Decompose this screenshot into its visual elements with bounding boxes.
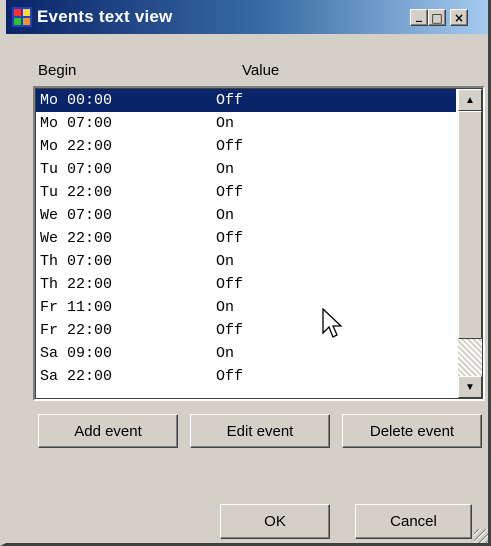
list-item[interactable]: Sa 09:00 On xyxy=(36,342,456,365)
column-header-value: Value xyxy=(242,62,280,79)
event-begin: Th 07:00 xyxy=(40,253,113,270)
scroll-down-icon: ▼ xyxy=(465,381,475,393)
column-header-begin: Begin xyxy=(38,62,77,79)
event-value: Off xyxy=(216,92,244,109)
resize-grip[interactable] xyxy=(474,529,488,543)
event-begin: Mo 22:00 xyxy=(40,138,113,155)
event-value: On xyxy=(216,115,235,132)
event-value: On xyxy=(216,253,235,270)
app-icon xyxy=(12,7,32,27)
list-item[interactable]: Tu 07:00 On xyxy=(36,158,456,181)
list-item[interactable]: Th 07:00 On xyxy=(36,250,456,273)
event-value: On xyxy=(216,345,235,362)
window-title: Events text view xyxy=(37,7,173,26)
scroll-down-button[interactable]: ▼ xyxy=(458,376,482,398)
scroll-up-button[interactable]: ▲ xyxy=(458,89,482,111)
event-begin: Tu 07:00 xyxy=(40,161,113,178)
event-begin: Fr 22:00 xyxy=(40,322,113,339)
events-list: Mo 00:00 Off Mo 07:00 On Mo 22:00 Off Tu 07:00… xyxy=(36,89,456,388)
event-value: On xyxy=(216,161,235,178)
event-value: Off xyxy=(216,322,244,339)
cancel-button[interactable]: Cancel xyxy=(355,504,472,539)
list-item[interactable]: Tu 22:00 Off xyxy=(36,181,456,204)
events-listbox[interactable]: Mo 00:00 Off Mo 07:00 On Mo 22:00 Off Tu 07:00… xyxy=(33,86,485,401)
list-item[interactable]: Fr 22:00 Off xyxy=(36,319,456,342)
list-item[interactable]: Sa 22:00 Off xyxy=(36,365,456,388)
scroll-up-icon: ▲ xyxy=(465,94,475,106)
list-item[interactable]: We 22:00 Off xyxy=(36,227,456,250)
event-begin: Mo 07:00 xyxy=(40,115,113,132)
list-item[interactable]: Fr 11:00 On xyxy=(36,296,456,319)
list-item[interactable]: We 07:00 On xyxy=(36,204,456,227)
list-item[interactable]: Mo 07:00 On xyxy=(36,112,456,135)
event-value: On xyxy=(216,207,235,224)
event-begin: Sa 09:00 xyxy=(40,345,113,362)
event-value: Off xyxy=(216,276,244,293)
event-value: Off xyxy=(216,138,244,155)
event-begin: Th 22:00 xyxy=(40,276,113,293)
event-value: Off xyxy=(216,368,244,385)
list-item[interactable]: Th 22:00 Off xyxy=(36,273,456,296)
event-begin: We 07:00 xyxy=(40,207,113,224)
ok-button[interactable]: OK xyxy=(220,504,330,539)
event-value: Off xyxy=(216,184,244,201)
title-bar[interactable]: Events text view _ □ × xyxy=(6,0,488,34)
event-begin: Sa 22:00 xyxy=(40,368,113,385)
event-value: On xyxy=(216,299,235,316)
scroll-track[interactable] xyxy=(458,339,482,376)
event-begin: Fr 11:00 xyxy=(40,299,113,316)
list-item[interactable]: Mo 22:00 Off xyxy=(36,135,456,158)
list-item[interactable]: Mo 00:00 Off xyxy=(36,89,456,112)
vertical-scrollbar[interactable]: ▲ ▼ xyxy=(458,89,482,398)
mouse-pointer-icon xyxy=(322,308,343,338)
add-event-button[interactable]: Add event xyxy=(38,414,178,448)
event-value: Off xyxy=(216,230,244,247)
close-icon: × xyxy=(453,10,465,25)
delete-event-button[interactable]: Delete event xyxy=(342,414,482,448)
minimize-button[interactable]: _ xyxy=(410,8,428,26)
event-begin: We 22:00 xyxy=(40,230,113,247)
event-begin: Tu 22:00 xyxy=(40,184,113,201)
edit-event-button[interactable]: Edit event xyxy=(190,414,330,448)
maximize-icon: □ xyxy=(431,10,443,25)
maximize-button[interactable]: □ xyxy=(428,9,446,26)
close-button[interactable]: × xyxy=(450,9,468,26)
minimize-icon: _ xyxy=(416,8,422,22)
scroll-thumb[interactable] xyxy=(458,111,482,339)
event-begin: Mo 00:00 xyxy=(40,92,113,109)
